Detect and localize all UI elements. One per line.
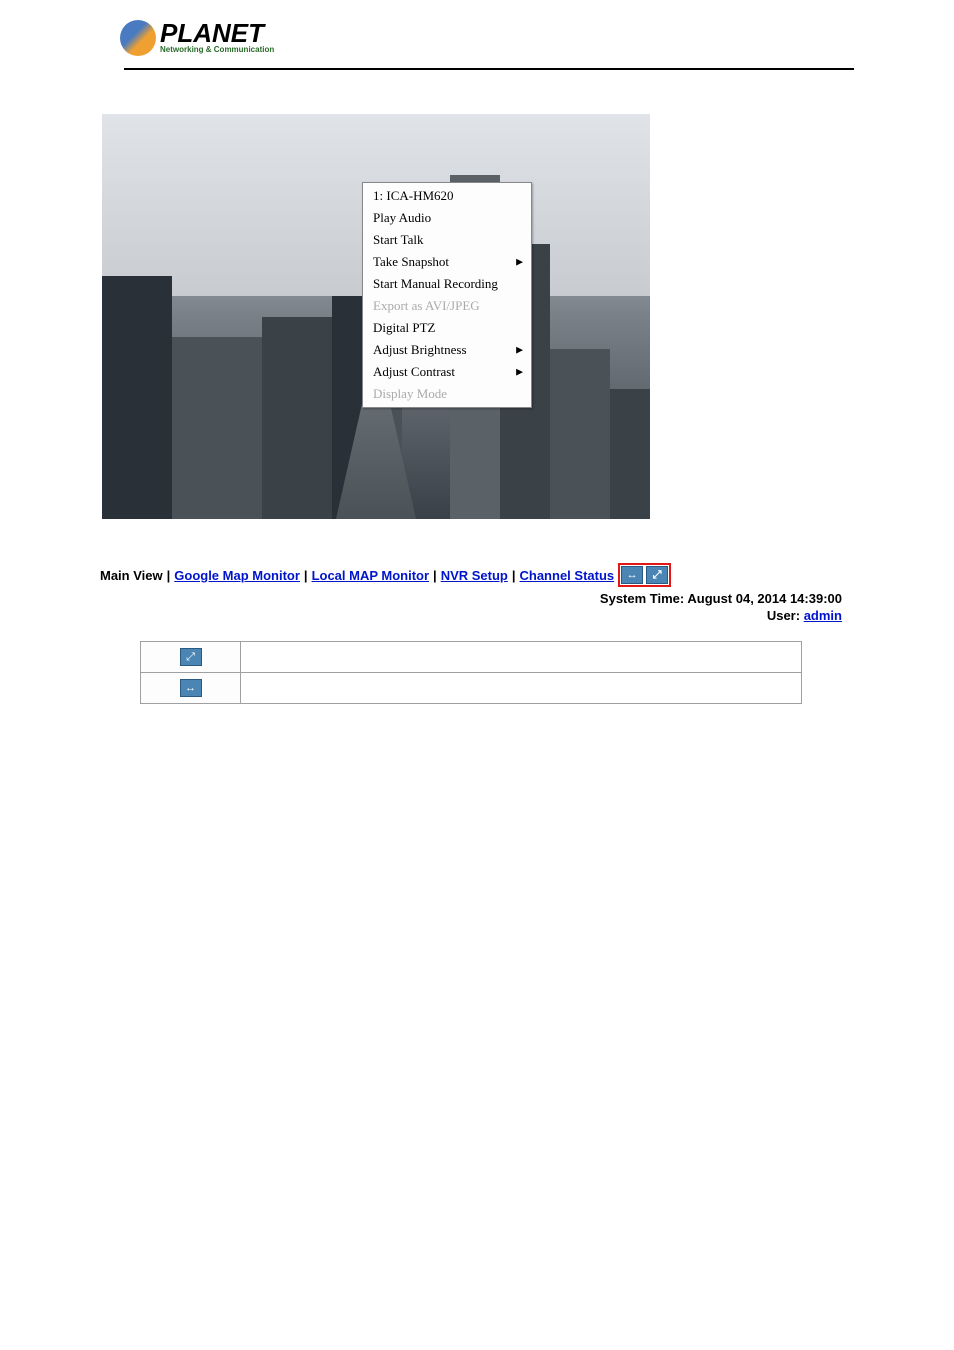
nav-separator: | <box>512 568 516 583</box>
icon-description-table: ⤢ ↔ <box>140 641 802 704</box>
outro-text <box>0 704 954 746</box>
camera-bg-building <box>172 337 262 519</box>
fullscreen-icon[interactable]: ⤢ <box>646 566 668 584</box>
toolbar-icon-highlight: ↔ ⤢ <box>618 563 671 587</box>
user-line: User: admin <box>0 606 842 623</box>
nav-separator: | <box>433 568 437 583</box>
globe-icon <box>120 20 156 56</box>
nav-link-channel-status[interactable]: Channel Status <box>520 568 615 583</box>
submenu-arrow-icon: ▶ <box>516 257 523 268</box>
system-time: System Time: August 04, 2014 14:39:00 <box>0 587 842 606</box>
fullscreen-icon: ⤢ <box>180 648 202 666</box>
page-header: PLANET Networking & Communication <box>0 0 954 68</box>
nav-link-nvr-setup[interactable]: NVR Setup <box>441 568 508 583</box>
menu-item-export: Export as AVI/JPEG <box>363 295 531 317</box>
camera-video-view[interactable]: 1: ICA-HM620 Play Audio Start Talk Take … <box>102 114 650 519</box>
menu-item-camera-name[interactable]: 1: ICA-HM620 <box>363 185 531 207</box>
table-row: ⤢ <box>141 642 802 673</box>
camera-context-menu: 1: ICA-HM620 Play Audio Start Talk Take … <box>362 182 532 408</box>
menu-item-brightness[interactable]: Adjust Brightness▶ <box>363 339 531 361</box>
menu-item-contrast[interactable]: Adjust Contrast▶ <box>363 361 531 383</box>
nav-separator: | <box>304 568 308 583</box>
menu-item-digital-ptz[interactable]: Digital PTZ <box>363 317 531 339</box>
logo-brand-name: PLANET <box>160 22 274 45</box>
intro-text-block <box>0 94 954 114</box>
menu-item-play-audio[interactable]: Play Audio <box>363 207 531 229</box>
section2-text <box>0 519 954 555</box>
menu-item-take-snapshot[interactable]: Take Snapshot▶ <box>363 251 531 273</box>
logo-tagline: Networking & Communication <box>160 45 274 54</box>
camera-bg-building <box>262 317 332 520</box>
menu-item-manual-recording[interactable]: Start Manual Recording <box>363 273 531 295</box>
nav-separator: | <box>167 568 171 583</box>
stretch-icon: ↔ <box>180 679 202 697</box>
nav-main-view: Main View <box>100 568 163 583</box>
camera-bg-building <box>102 276 172 519</box>
menu-item-start-talk[interactable]: Start Talk <box>363 229 531 251</box>
table-cell-desc <box>241 673 802 704</box>
nav-link-local-map[interactable]: Local MAP Monitor <box>312 568 429 583</box>
camera-bg-building <box>610 389 650 519</box>
nav-link-google-map[interactable]: Google Map Monitor <box>174 568 300 583</box>
camera-bg-building <box>550 349 610 519</box>
submenu-arrow-icon: ▶ <box>516 345 523 356</box>
logo-text-block: PLANET Networking & Communication <box>160 22 274 54</box>
table-cell-icon: ⤢ <box>141 642 241 673</box>
brand-logo: PLANET Networking & Communication <box>120 20 274 56</box>
table-cell-desc <box>241 642 802 673</box>
submenu-arrow-icon: ▶ <box>516 367 523 378</box>
user-link[interactable]: admin <box>804 608 842 623</box>
table-row: ↔ <box>141 673 802 704</box>
stretch-icon[interactable]: ↔ <box>621 566 643 584</box>
menu-item-display-mode: Display Mode <box>363 383 531 405</box>
header-rule <box>124 68 854 70</box>
table-cell-icon: ↔ <box>141 673 241 704</box>
nav-bar: Main View | Google Map Monitor | Local M… <box>100 555 844 587</box>
